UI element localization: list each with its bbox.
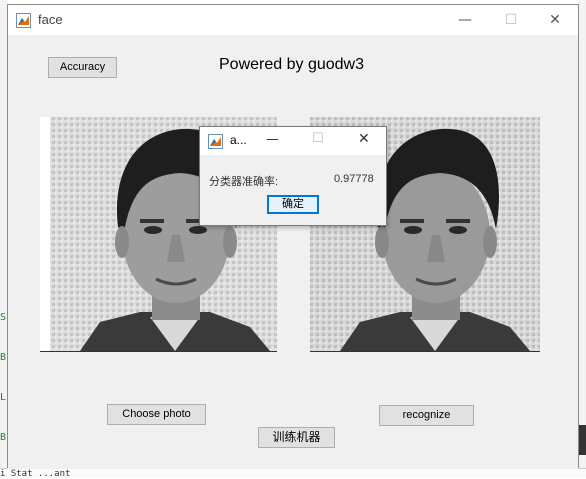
editor-line-marker: S: [0, 312, 7, 323]
dialog-minimize-icon[interactable]: —: [266, 132, 279, 147]
image-axis-line: [310, 351, 540, 352]
background-editor-right: [578, 0, 586, 477]
minimize-icon: —: [458, 12, 472, 28]
recognize-button[interactable]: recognize: [379, 405, 474, 426]
accuracy-label: 分类器准确率:: [209, 176, 279, 188]
editor-line-marker: L: [0, 392, 7, 403]
page-title: Powered by guodw3: [219, 56, 364, 73]
figure-window: face — ☐ ✕ Accuracy Powered by guodw3 Ch…: [7, 4, 579, 469]
maximize-button[interactable]: ☐: [488, 5, 534, 35]
dialog-close-icon[interactable]: ✕: [358, 131, 370, 147]
train-machine-button[interactable]: 训练机器: [258, 427, 335, 448]
accuracy-button[interactable]: Accuracy: [48, 57, 117, 78]
dialog-title: a...: [230, 133, 247, 147]
accuracy-value: 0.97778: [334, 173, 374, 185]
title-bar[interactable]: face — ☐ ✕: [8, 5, 578, 35]
window-title: face: [38, 12, 63, 27]
close-button[interactable]: ✕: [532, 5, 578, 35]
close-icon: ✕: [549, 12, 561, 28]
image-axis-line: [40, 351, 277, 352]
minimize-button[interactable]: —: [442, 5, 488, 35]
choose-photo-button[interactable]: Choose photo: [107, 404, 206, 425]
editor-line-marker: B: [0, 352, 7, 363]
editor-line-marker: B: [0, 432, 7, 443]
maximize-icon: ☐: [504, 12, 518, 28]
figure-content: Accuracy Powered by guodw3 Choose photo …: [8, 35, 578, 469]
status-text: i Stat ...ant: [0, 469, 71, 479]
ok-button[interactable]: 确定: [267, 195, 319, 214]
background-dark-panel: [578, 425, 586, 455]
matlab-figure-icon: [16, 13, 31, 28]
matlab-figure-icon: [208, 134, 223, 149]
accuracy-dialog: a... — ☐ ✕ 分类器准确率: 0.97778 确定: [199, 126, 387, 226]
dialog-title-bar[interactable]: a... — ☐ ✕: [200, 127, 386, 155]
dialog-maximize-icon[interactable]: ☐: [312, 131, 324, 146]
